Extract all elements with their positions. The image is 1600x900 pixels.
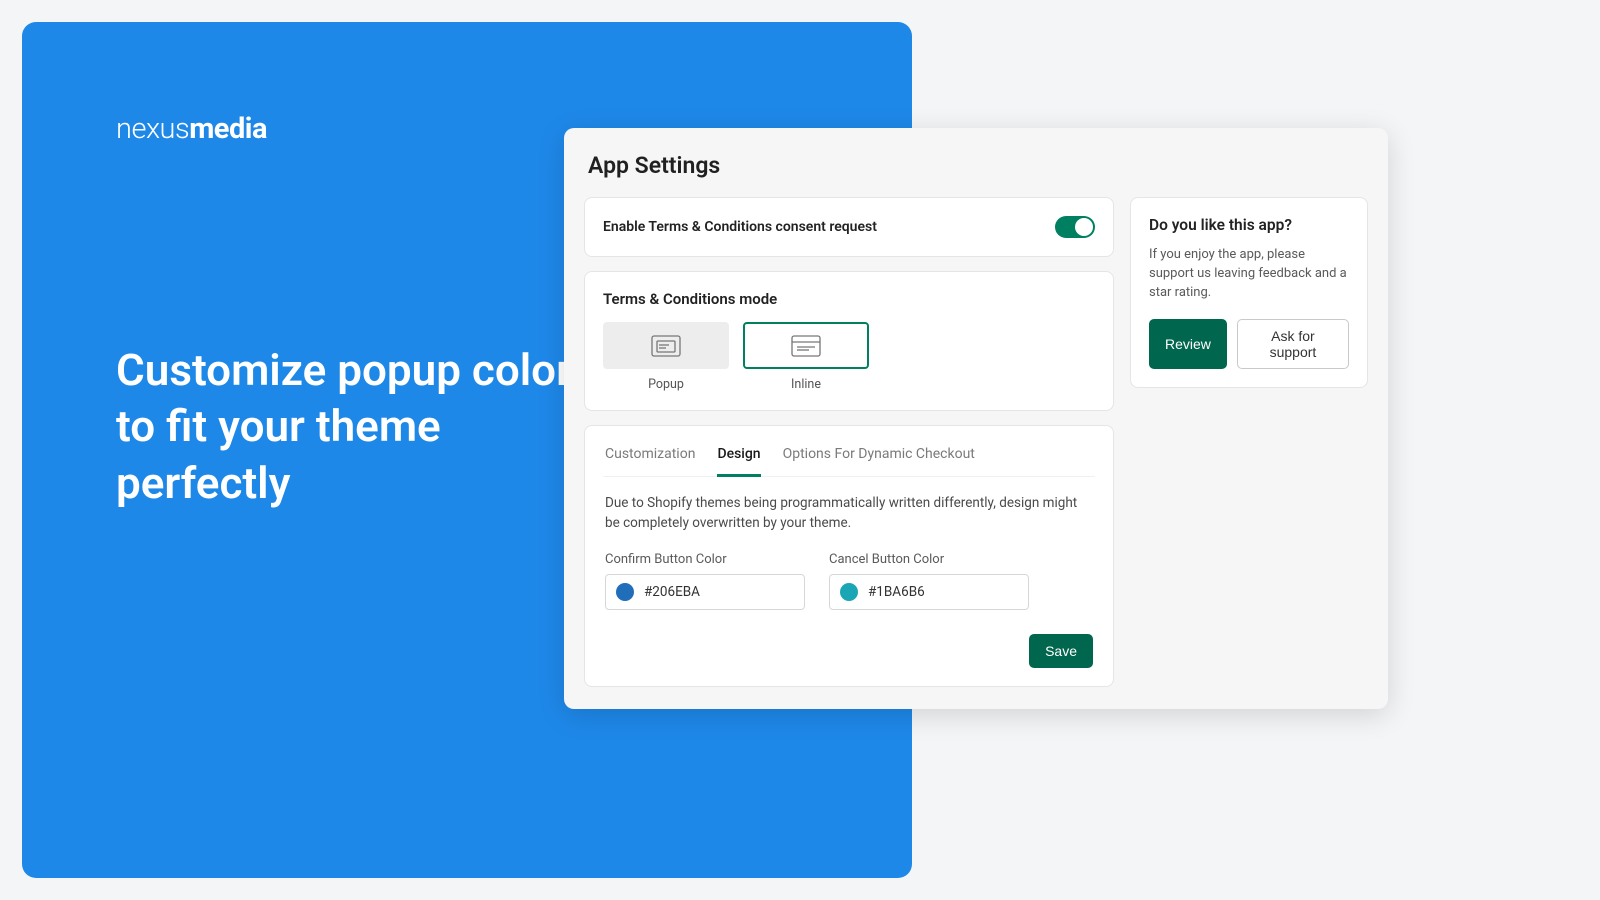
mode-title: Terms & Conditions mode — [603, 290, 1095, 308]
cancel-color-label: Cancel Button Color — [829, 552, 1029, 567]
brand-light: nexus — [116, 112, 189, 146]
brand-logo: nexusmedia — [116, 112, 267, 146]
mode-option-popup[interactable]: Popup — [603, 322, 729, 392]
enable-consent-card: Enable Terms & Conditions consent reques… — [584, 197, 1114, 257]
mode-inline-label: Inline — [743, 377, 869, 392]
confirm-color-value: #206EBA — [644, 584, 700, 600]
promo-headline: Customize popup colors to fit your theme… — [116, 342, 596, 511]
design-note: Due to Shopify themes being programmatic… — [605, 493, 1093, 534]
mode-popup-preview — [603, 322, 729, 369]
cancel-color-input[interactable]: #1BA6B6 — [829, 574, 1029, 610]
mode-inline-preview — [743, 322, 869, 369]
cancel-color-value: #1BA6B6 — [868, 584, 925, 600]
cancel-color-swatch — [840, 583, 858, 601]
feedback-text: If you enjoy the app, please support us … — [1149, 246, 1349, 303]
enable-consent-toggle[interactable] — [1055, 216, 1095, 238]
feedback-card: Do you like this app? If you enjoy the a… — [1130, 197, 1368, 388]
confirm-color-input[interactable]: #206EBA — [605, 574, 805, 610]
tab-design[interactable]: Design — [717, 440, 760, 477]
brand-bold: media — [189, 112, 267, 146]
ask-support-button[interactable]: Ask for support — [1237, 319, 1349, 369]
page-title: App Settings — [584, 152, 1368, 179]
tab-customization[interactable]: Customization — [605, 440, 695, 477]
settings-tabs: Customization Design Options For Dynamic… — [603, 440, 1095, 477]
mode-card: Terms & Conditions mode Popup — [584, 271, 1114, 411]
review-button[interactable]: Review — [1149, 319, 1227, 369]
inline-window-icon — [791, 335, 821, 357]
tab-dynamic-checkout[interactable]: Options For Dynamic Checkout — [783, 440, 975, 477]
mode-popup-label: Popup — [603, 377, 729, 392]
confirm-color-label: Confirm Button Color — [605, 552, 805, 567]
mode-option-inline[interactable]: Inline — [743, 322, 869, 392]
confirm-color-swatch — [616, 583, 634, 601]
popup-window-icon — [651, 335, 681, 357]
enable-consent-label: Enable Terms & Conditions consent reques… — [603, 219, 877, 235]
app-settings-window: App Settings Enable Terms & Conditions c… — [564, 128, 1388, 709]
feedback-title: Do you like this app? — [1149, 216, 1349, 234]
save-button[interactable]: Save — [1029, 634, 1093, 668]
design-card: Customization Design Options For Dynamic… — [584, 425, 1114, 687]
